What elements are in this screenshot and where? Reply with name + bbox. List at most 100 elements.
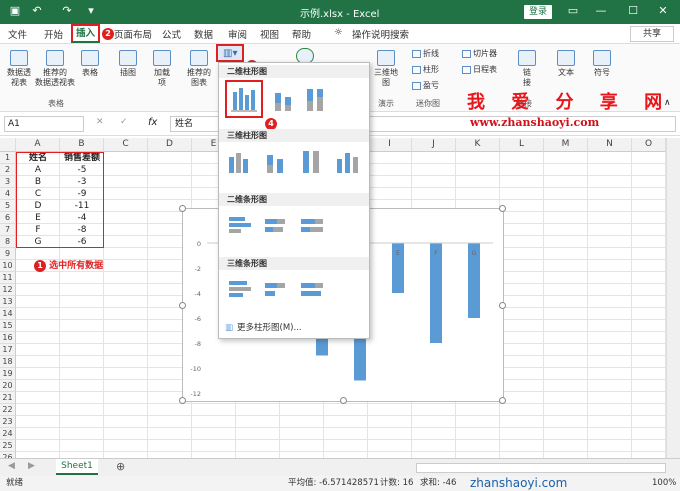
more-column-charts-link[interactable]: ▥ 更多柱形图(M)...: [225, 321, 302, 333]
row-header-12[interactable]: 12: [0, 284, 16, 296]
row-header-22[interactable]: 22: [0, 404, 16, 416]
cancel-icon[interactable]: ✕: [96, 117, 104, 127]
column-header-b[interactable]: B: [60, 138, 104, 152]
row-header-23[interactable]: 23: [0, 416, 16, 428]
100-stacked-column-icon[interactable]: [301, 85, 331, 113]
insert-function-icon[interactable]: fx: [148, 117, 157, 128]
enter-icon[interactable]: ✓: [120, 117, 128, 127]
row-header-16[interactable]: 16: [0, 332, 16, 344]
table-button[interactable]: 表格: [78, 50, 102, 78]
row-header-9[interactable]: 9: [0, 248, 16, 260]
row-header-21[interactable]: 21: [0, 392, 16, 404]
column-header-n[interactable]: N: [588, 138, 632, 152]
3d-map-button[interactable]: 三维地 图: [370, 50, 402, 88]
column-header-c[interactable]: C: [104, 138, 148, 152]
bar-f[interactable]: [430, 243, 442, 343]
row-header-20[interactable]: 20: [0, 380, 16, 392]
sheet-tab-sheet1[interactable]: Sheet1: [56, 459, 98, 475]
row-header-13[interactable]: 13: [0, 296, 16, 308]
close-icon[interactable]: ✕: [656, 4, 670, 18]
clustered-bar-icon[interactable]: [225, 211, 255, 239]
link-button[interactable]: 链 接: [516, 50, 538, 88]
sparkline-column-button[interactable]: 柱形: [412, 64, 439, 75]
sparkline-line-button[interactable]: 折线: [412, 48, 439, 59]
column-header-j[interactable]: J: [412, 138, 456, 152]
resize-handle[interactable]: [179, 205, 186, 212]
row-header-10[interactable]: 10: [0, 260, 16, 272]
3d-100-stacked-column-icon[interactable]: [297, 147, 327, 175]
column-header-m[interactable]: M: [544, 138, 588, 152]
maximize-icon[interactable]: ☐: [626, 4, 640, 18]
recommended-pivot-button[interactable]: 推荐的 数据透视表: [34, 50, 76, 88]
share-button[interactable]: 共享: [630, 26, 674, 42]
column-header-a[interactable]: A: [16, 138, 60, 152]
login-button[interactable]: 登录: [524, 5, 552, 19]
vertical-scrollbar[interactable]: [666, 138, 680, 458]
tab-home[interactable]: 开始: [44, 27, 63, 41]
recommended-charts-button[interactable]: 推荐的 图表: [184, 50, 214, 88]
resize-handle[interactable]: [179, 302, 186, 309]
row-header-24[interactable]: 24: [0, 428, 16, 440]
tab-review[interactable]: 审阅: [228, 27, 247, 41]
row-header-11[interactable]: 11: [0, 272, 16, 284]
3d-stacked-column-icon[interactable]: [261, 147, 291, 175]
resize-handle[interactable]: [179, 397, 186, 404]
scroll-left-icon[interactable]: ◀: [8, 461, 15, 471]
row-header-2[interactable]: 2: [0, 164, 16, 176]
scroll-right-icon[interactable]: ▶: [28, 461, 35, 471]
column-header-l[interactable]: L: [500, 138, 544, 152]
resize-handle[interactable]: [499, 205, 506, 212]
illustrations-button[interactable]: 插图: [116, 50, 140, 78]
tab-help[interactable]: 帮助: [292, 27, 311, 41]
text-button[interactable]: 文本: [554, 50, 578, 78]
100-stacked-bar-icon[interactable]: [297, 211, 327, 239]
row-header-25[interactable]: 25: [0, 440, 16, 452]
tab-file[interactable]: 文件: [8, 27, 27, 41]
slicer-button[interactable]: 切片器: [462, 48, 497, 59]
column-header-o[interactable]: O: [632, 138, 666, 152]
row-header-6[interactable]: 6: [0, 212, 16, 224]
column-header-k[interactable]: K: [456, 138, 500, 152]
tab-insert[interactable]: 插入: [71, 24, 101, 43]
minimize-icon[interactable]: —: [594, 4, 608, 18]
horizontal-scrollbar[interactable]: [416, 463, 666, 473]
tab-page-layout[interactable]: 页面布局: [114, 27, 152, 41]
resize-handle[interactable]: [499, 302, 506, 309]
row-header-15[interactable]: 15: [0, 320, 16, 332]
tab-view[interactable]: 视图: [260, 27, 279, 41]
stacked-bar-icon[interactable]: [261, 211, 291, 239]
clustered-column-option[interactable]: [225, 80, 263, 118]
addins-button[interactable]: 加载 项: [150, 50, 174, 88]
row-header-8[interactable]: 8: [0, 236, 16, 248]
column-header-i[interactable]: I: [368, 138, 412, 152]
resize-handle[interactable]: [499, 397, 506, 404]
row-header-14[interactable]: 14: [0, 308, 16, 320]
tab-formulas[interactable]: 公式: [162, 27, 181, 41]
select-all-corner[interactable]: [0, 138, 16, 152]
column-header-d[interactable]: D: [148, 138, 192, 152]
row-header-18[interactable]: 18: [0, 356, 16, 368]
name-box[interactable]: A1: [4, 116, 84, 132]
customize-icon[interactable]: ▾: [84, 4, 98, 18]
3d-clustered-column-icon[interactable]: [225, 147, 255, 175]
3d-clustered-bar-icon[interactable]: [225, 275, 255, 303]
row-header-3[interactable]: 3: [0, 176, 16, 188]
row-header-4[interactable]: 4: [0, 188, 16, 200]
row-header-1[interactable]: 1: [0, 152, 16, 164]
resize-handle[interactable]: [340, 397, 347, 404]
tell-me-search[interactable]: 操作说明搜索: [352, 27, 409, 41]
tab-data[interactable]: 数据: [194, 27, 213, 41]
row-header-7[interactable]: 7: [0, 224, 16, 236]
column-chart-dropdown-button[interactable]: ▥▾: [216, 44, 244, 62]
save-icon[interactable]: ▣: [8, 4, 22, 18]
3d-stacked-bar-icon[interactable]: [261, 275, 291, 303]
3d-column-icon[interactable]: [333, 147, 363, 175]
row-header-5[interactable]: 5: [0, 200, 16, 212]
undo-icon[interactable]: ↶: [30, 4, 44, 18]
timeline-button[interactable]: 日程表: [462, 64, 497, 75]
ribbon-options-icon[interactable]: ▭: [566, 4, 580, 18]
redo-icon[interactable]: ↷: [60, 4, 74, 18]
symbol-button[interactable]: 符号: [590, 50, 614, 78]
pivot-table-button[interactable]: 数据透 视表: [4, 50, 34, 88]
stacked-column-icon[interactable]: [269, 85, 299, 113]
